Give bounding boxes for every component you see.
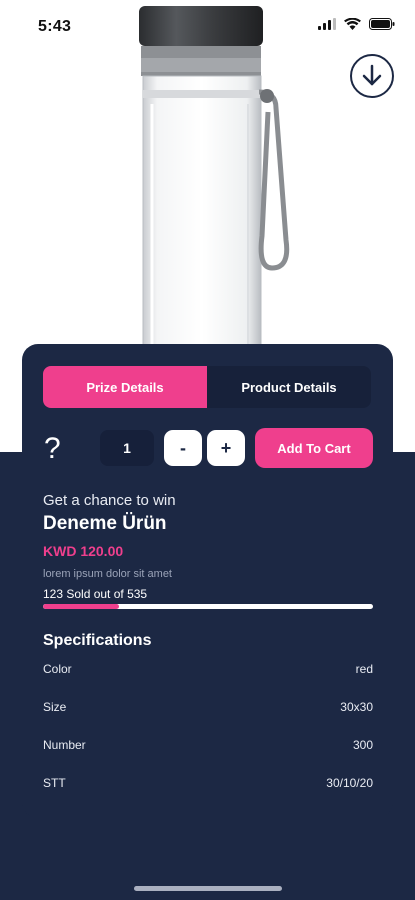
- spec-row-size: Size 30x30: [43, 700, 373, 718]
- details-tabs: Prize Details Product Details: [43, 366, 371, 408]
- spec-row-color: Color red: [43, 662, 373, 680]
- product-description: lorem ipsum dolor sit amet: [43, 568, 172, 580]
- action-row: ? 1 - + Add To Cart: [22, 428, 393, 468]
- decrease-quantity-button[interactable]: -: [164, 430, 202, 466]
- sold-progress-bar: [43, 604, 373, 609]
- sold-progress-fill: [43, 604, 119, 609]
- spec-key: STT: [43, 776, 66, 790]
- product-title: Deneme Ürün: [43, 513, 167, 534]
- status-time: 5:43: [38, 18, 72, 35]
- spec-value: red: [355, 662, 373, 676]
- spec-value: 30x30: [340, 700, 373, 714]
- spec-key: Color: [43, 662, 72, 676]
- spec-row-stt: STT 30/10/20: [43, 776, 373, 794]
- chance-tagline: Get a chance to win: [43, 492, 176, 509]
- add-to-cart-button[interactable]: Add To Cart: [255, 428, 373, 468]
- increase-quantity-button[interactable]: +: [207, 430, 245, 466]
- download-arrow-icon: [362, 64, 382, 86]
- tab-prize-details[interactable]: Prize Details: [43, 366, 207, 408]
- spec-key: Size: [43, 700, 67, 714]
- tab-product-details[interactable]: Product Details: [207, 366, 371, 408]
- download-button[interactable]: [350, 54, 394, 98]
- spec-value: 30/10/20: [326, 776, 373, 790]
- wifi-icon: [344, 18, 361, 30]
- product-card: Prize Details Product Details ? 1 - + Ad…: [22, 344, 393, 818]
- specifications-title: Specifications: [43, 632, 152, 649]
- quantity-value: 1: [100, 430, 154, 466]
- spec-row-number: Number 300: [43, 738, 373, 756]
- status-bar: 5:43: [0, 0, 415, 52]
- battery-icon: [369, 18, 395, 30]
- product-price: KWD 120.00: [43, 543, 124, 559]
- status-icons: [318, 18, 395, 30]
- signal-icon: [318, 18, 336, 30]
- home-indicator[interactable]: [134, 886, 282, 891]
- spec-value: 300: [352, 738, 373, 752]
- help-icon[interactable]: ?: [44, 430, 61, 468]
- sold-count: 123 Sold out of 535: [43, 587, 148, 601]
- spec-key: Number: [43, 738, 86, 752]
